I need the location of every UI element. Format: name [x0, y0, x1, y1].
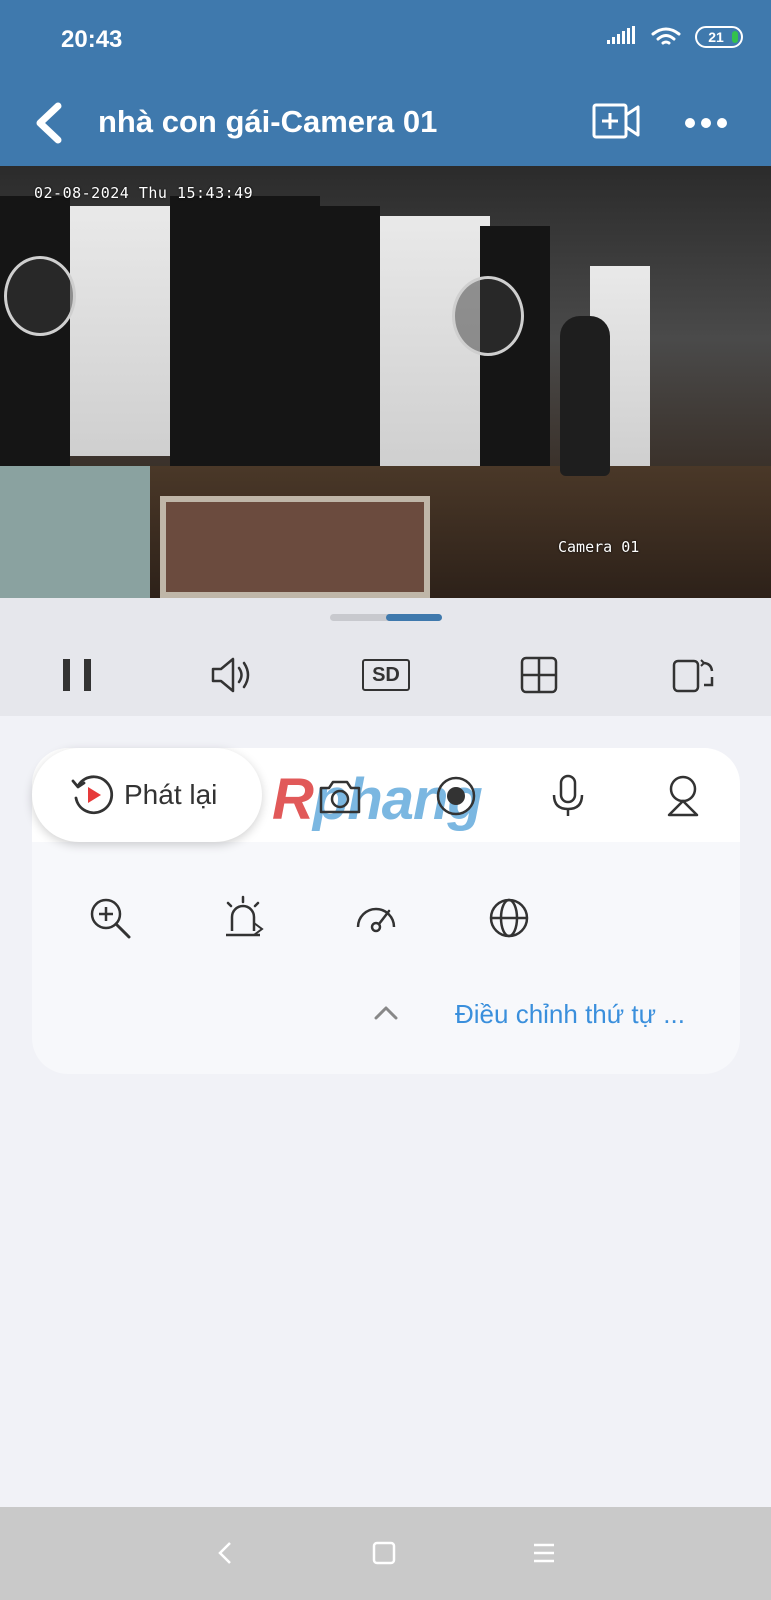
- home-nav-icon[interactable]: [366, 1535, 402, 1571]
- back-nav-icon[interactable]: [208, 1535, 244, 1571]
- microphone-icon: [552, 774, 584, 816]
- collapse-chevron-icon[interactable]: [370, 1000, 402, 1024]
- volume-icon: [211, 657, 250, 693]
- curtain: [170, 196, 320, 476]
- system-nav-bar: [0, 1507, 771, 1600]
- quality-label: SD: [372, 663, 400, 686]
- bed: [0, 466, 150, 598]
- status-time: 20:43: [61, 26, 123, 53]
- alarm-light-button[interactable]: [215, 890, 271, 946]
- more-options-icon[interactable]: [682, 108, 730, 138]
- zoom-button[interactable]: [82, 890, 138, 946]
- playback-icon: [71, 775, 114, 815]
- add-camera-icon[interactable]: [592, 101, 640, 141]
- battery-indicator: 21: [695, 26, 743, 48]
- snapshot-icon: [319, 780, 361, 814]
- playback-label: Phát lại: [124, 779, 218, 810]
- lamp: [4, 256, 76, 336]
- rotate-screen-icon: [672, 659, 714, 693]
- back-icon[interactable]: [30, 98, 70, 148]
- snapshot-button[interactable]: [312, 768, 368, 824]
- drag-handle-active: [386, 614, 442, 621]
- wifi-icon: [651, 27, 681, 45]
- reorder-link[interactable]: Điều chỉnh thứ tự ...: [455, 999, 685, 1030]
- pause-button[interactable]: [52, 650, 102, 700]
- status-icons: 21: [607, 26, 743, 48]
- camera-live-view[interactable]: 02-08-2024 Thu 15:43:49 Camera 01: [0, 166, 771, 598]
- ptz-camera-icon: [667, 775, 699, 817]
- app-header: 20:43 21 nhà con gái-Camera 01: [0, 0, 771, 166]
- page-title: nhà con gái-Camera 01: [98, 104, 438, 139]
- alarm-light-icon: [226, 895, 264, 937]
- ptz-button[interactable]: [655, 768, 711, 824]
- playback-button[interactable]: Phát lại: [32, 748, 262, 842]
- lamp: [452, 276, 524, 356]
- grid-layout-button[interactable]: [514, 650, 564, 700]
- sd-quality-icon: SD: [362, 659, 410, 691]
- rug: [160, 496, 430, 598]
- camera-label: Camera 01: [558, 538, 640, 556]
- grid-layout-icon: [520, 656, 558, 694]
- record-icon: [436, 776, 476, 816]
- playback-controls: SD: [0, 598, 771, 716]
- quality-button[interactable]: SD: [360, 650, 412, 700]
- pause-icon: [63, 659, 91, 691]
- rotate-screen-button[interactable]: [668, 650, 718, 700]
- speed-button[interactable]: [348, 890, 404, 946]
- window: [60, 206, 180, 456]
- person: [560, 316, 610, 476]
- record-button[interactable]: [428, 768, 484, 824]
- globe-button[interactable]: [481, 890, 537, 946]
- zoom-in-icon: [90, 898, 131, 939]
- signal-icon: [607, 26, 635, 44]
- speed-gauge-icon: [356, 907, 396, 933]
- video-timestamp: 02-08-2024 Thu 15:43:49: [34, 184, 254, 202]
- volume-button[interactable]: [206, 650, 256, 700]
- menu-nav-icon[interactable]: [526, 1535, 562, 1571]
- globe-icon: [489, 898, 529, 938]
- curtain: [300, 206, 380, 476]
- microphone-button[interactable]: [540, 768, 596, 824]
- battery-level: 21: [708, 29, 724, 45]
